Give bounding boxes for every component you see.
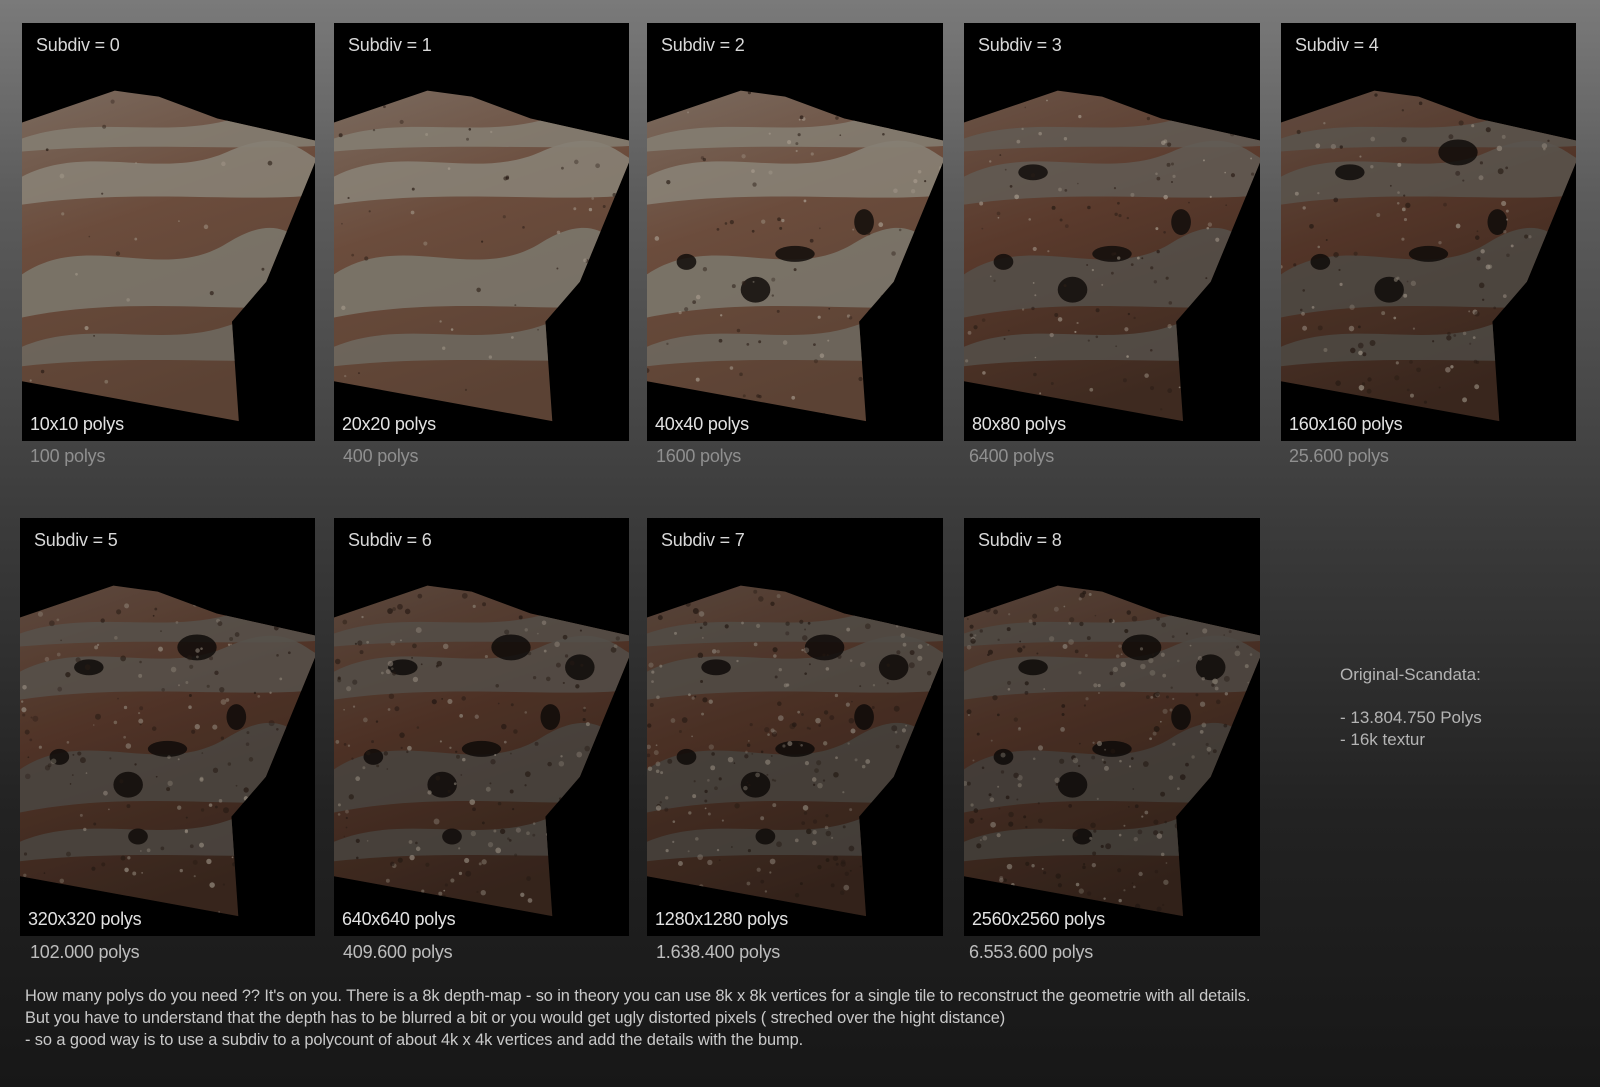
terrain-render-image (334, 585, 629, 917)
scandata-texture: - 16k textur (1340, 730, 1426, 749)
terrain-render-image (22, 90, 315, 422)
footer-line: But you have to understand that the dept… (25, 1009, 1006, 1027)
grid-polys-label: 1280x1280 polys (655, 909, 789, 929)
subdiv-label: Subdiv = 1 (348, 35, 432, 55)
scandata-polys: - 13.804.750 Polys (1340, 708, 1482, 727)
poly-count-label: 102.000 polys (30, 942, 140, 962)
subdiv-label: Subdiv = 2 (661, 35, 745, 55)
subdiv-label: Subdiv = 8 (978, 530, 1062, 550)
render-panel-subdiv-8: Subdiv = 8 2560x2560 polys (964, 518, 1260, 936)
render-panel-subdiv-2: Subdiv = 2 40x40 polys (647, 23, 943, 441)
poly-count-label: 1600 polys (656, 446, 742, 466)
grid-polys-label: 640x640 polys (342, 909, 456, 929)
footer-line: - so a good way is to use a subdiv to a … (25, 1031, 804, 1049)
render-panel-subdiv-1: Subdiv = 1 20x20 polys (334, 23, 629, 441)
subdiv-label: Subdiv = 7 (661, 530, 745, 550)
grid-polys-label: 80x80 polys (972, 414, 1066, 434)
poly-count-label: 409.600 polys (343, 942, 453, 962)
render-panel-subdiv-5: Subdiv = 5 320x320 polys (20, 518, 315, 936)
poly-count-label: 100 polys (30, 446, 106, 466)
poly-count-label: 400 polys (343, 446, 419, 466)
scandata-title: Original-Scandata: (1340, 665, 1481, 684)
subdiv-label: Subdiv = 0 (36, 35, 120, 55)
terrain-render-image (647, 585, 943, 917)
grid-polys-label: 160x160 polys (1289, 414, 1403, 434)
grid-polys-label: 40x40 polys (655, 414, 749, 434)
grid-polys-label: 10x10 polys (30, 414, 124, 434)
poly-count-label: 6.553.600 polys (969, 942, 1094, 962)
render-panel-subdiv-7: Subdiv = 7 1280x1280 polys (647, 518, 943, 936)
grid-polys-label: 320x320 polys (28, 909, 142, 929)
render-panel-subdiv-6: Subdiv = 6 640x640 polys (334, 518, 629, 936)
terrain-render-image (334, 90, 629, 422)
grid-polys-label: 20x20 polys (342, 414, 436, 434)
poly-count-label: 1.638.400 polys (656, 942, 781, 962)
footer-description: How many polys do you need ?? It's on yo… (25, 985, 1585, 1051)
terrain-render-image (964, 90, 1260, 422)
footer-line: How many polys do you need ?? It's on yo… (25, 987, 1251, 1005)
render-panel-subdiv-3: Subdiv = 3 80x80 polys (964, 23, 1260, 441)
subdiv-label: Subdiv = 4 (1295, 35, 1379, 55)
terrain-render-image (1281, 90, 1576, 422)
grid-polys-label: 2560x2560 polys (972, 909, 1106, 929)
poly-count-label: 6400 polys (969, 446, 1055, 466)
scandata-note: Original-Scandata: - 13.804.750 Polys - … (1340, 664, 1482, 751)
poly-count-label: 25.600 polys (1289, 446, 1389, 466)
subdiv-label: Subdiv = 6 (348, 530, 432, 550)
terrain-render-image (647, 90, 943, 422)
render-panel-subdiv-0: Subdiv = 0 10x10 polys (22, 23, 315, 441)
terrain-render-image (20, 585, 315, 917)
terrain-render-image (964, 585, 1260, 917)
render-panel-subdiv-4: Subdiv = 4 160x160 polys (1281, 23, 1576, 441)
subdiv-label: Subdiv = 5 (34, 530, 118, 550)
subdiv-label: Subdiv = 3 (978, 35, 1062, 55)
